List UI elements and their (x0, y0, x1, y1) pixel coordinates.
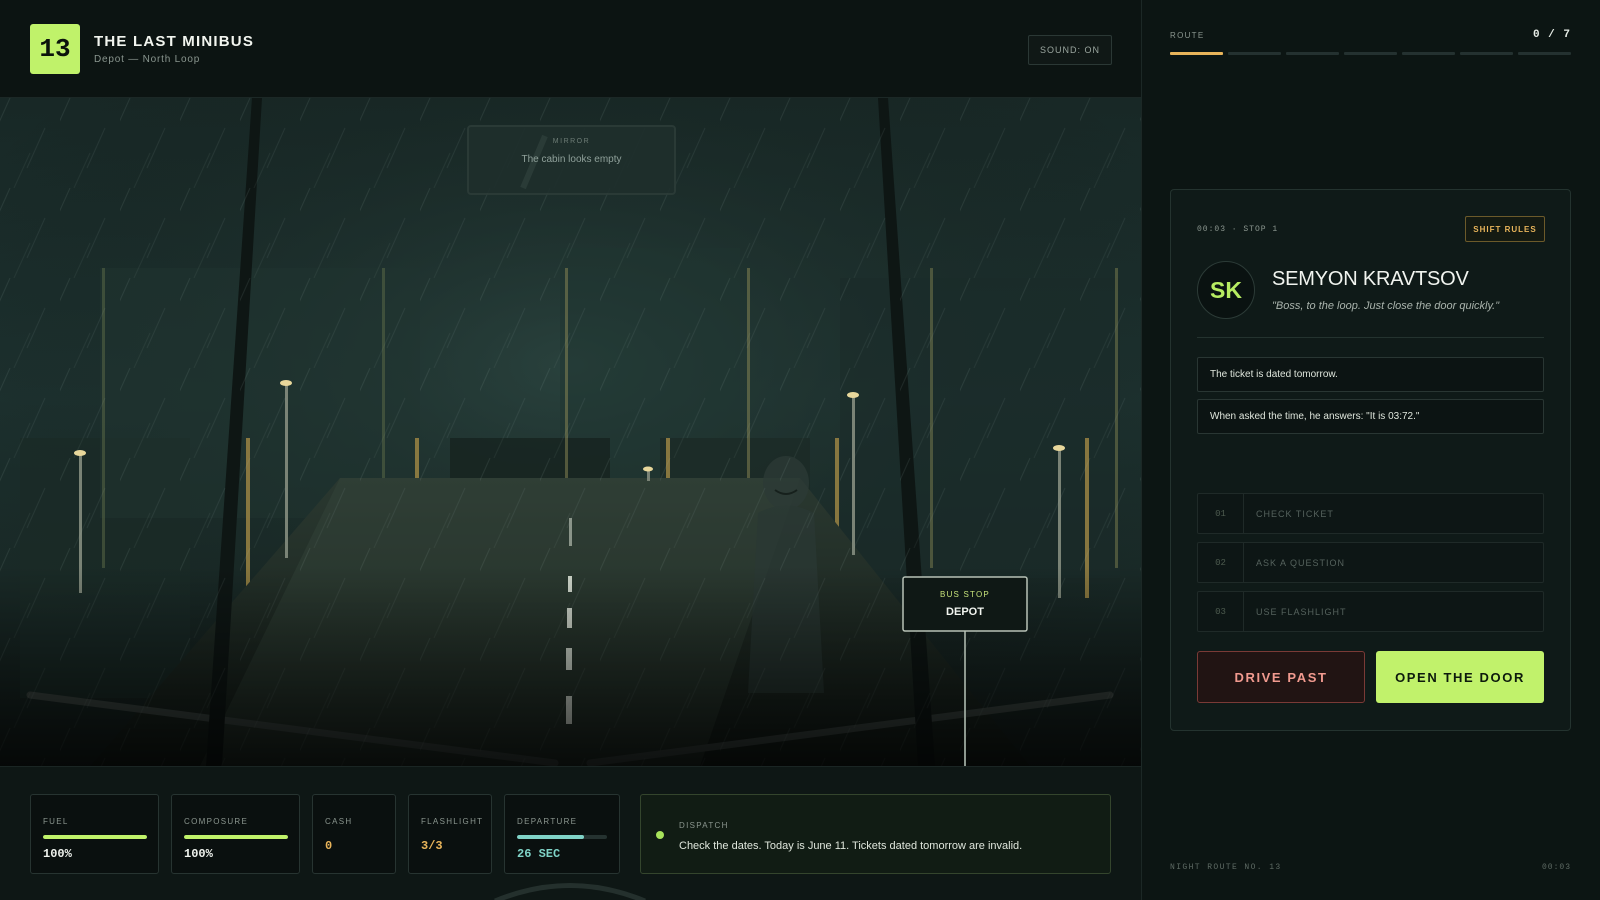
fuel-bar (43, 835, 147, 839)
dispatch-panel: DISPATCH Check the dates. Today is June … (640, 794, 1111, 874)
route-segment (1344, 52, 1397, 55)
open-door-button[interactable]: OPEN THE DOOR (1376, 651, 1544, 703)
card-divider (1197, 337, 1544, 338)
composure-bar (184, 835, 288, 839)
action-label: ASK A QUESTION (1256, 557, 1346, 568)
flashlight-stat: FLASHLIGHT 3/3 (408, 794, 492, 874)
fuel-value: 100% (43, 847, 72, 861)
route-segment (1170, 52, 1223, 55)
bus-stop-name: DEPOT (946, 606, 984, 618)
route-segment (1518, 52, 1571, 55)
departure-bar-fill (517, 835, 584, 839)
route-progress-bar (1170, 52, 1571, 55)
route-name: NIGHT ROUTE NO. 13 (1170, 863, 1282, 872)
fuel-stat: FUEL 100% (30, 794, 159, 874)
passenger-name: SEMYON KRAVTSOV (1272, 268, 1469, 290)
sound-toggle-button[interactable]: SOUND: ON (1028, 35, 1112, 65)
composure-label: COMPOSURE (184, 817, 249, 826)
mirror-status: The cabin looks empty (521, 154, 622, 165)
route-segment (1460, 52, 1513, 55)
action-label: USE FLASHLIGHT (1256, 606, 1347, 617)
route-progress: 0 / 7 (1532, 29, 1571, 41)
cash-stat: CASH 0 (312, 794, 396, 874)
departure-label: DEPARTURE (517, 817, 578, 826)
drive-past-button[interactable]: DRIVE PAST (1197, 651, 1365, 703)
top-bar: 13 THE LAST MINIBUS Depot — North Loop S… (0, 0, 1141, 98)
route-segment (1402, 52, 1455, 55)
observation-item: The ticket is dated tomorrow. (1197, 357, 1544, 392)
ask-question-button[interactable]: 02 ASK A QUESTION (1197, 542, 1544, 583)
action-label: CHECK TICKET (1256, 508, 1334, 519)
dispatch-status-icon (656, 831, 664, 839)
composure-bar-fill (184, 835, 288, 839)
composure-stat: COMPOSURE 100% (171, 794, 300, 874)
windshield-scene: MIRROR The cabin looks empty BUS STOP DE… (0, 98, 1141, 766)
action-number: 01 (1198, 494, 1244, 533)
composure-value: 100% (184, 847, 213, 861)
shift-clock: 00:03 (1541, 863, 1571, 872)
action-number: 03 (1198, 592, 1244, 631)
road-scene-illustration (0, 98, 1141, 766)
route-label: ROUTE (1170, 31, 1205, 40)
dispatch-message: Check the dates. Today is June 11. Ticke… (679, 840, 1023, 852)
cash-label: CASH (325, 817, 353, 826)
fuel-bar-fill (43, 835, 147, 839)
fuel-label: FUEL (43, 817, 69, 826)
action-number: 02 (1198, 543, 1244, 582)
bus-stop-label: BUS STOP (940, 590, 990, 599)
observation-item: When asked the time, he answers: "It is … (1197, 399, 1544, 434)
check-ticket-button[interactable]: 01 CHECK TICKET (1197, 493, 1544, 534)
route-segment (1228, 52, 1281, 55)
mirror-label: MIRROR (552, 138, 591, 145)
game-subtitle: Depot — North Loop (94, 54, 201, 65)
departure-value: 26 SEC (517, 847, 561, 861)
game-title: THE LAST MINIBUS (94, 33, 255, 50)
passenger-avatar: SK (1197, 261, 1255, 319)
route-segment (1286, 52, 1339, 55)
shift-rules-button[interactable]: SHIFT RULES (1465, 216, 1545, 242)
departure-stat: DEPARTURE 26 SEC (504, 794, 620, 874)
stop-time-meta: 00:03 · STOP 1 (1197, 225, 1279, 234)
cash-value: 0 (325, 839, 333, 853)
route-number-logo: 13 (30, 24, 80, 74)
departure-bar (517, 835, 607, 839)
flashlight-value: 3/3 (421, 839, 443, 853)
flashlight-label: FLASHLIGHT (421, 817, 484, 826)
use-flashlight-button[interactable]: 03 USE FLASHLIGHT (1197, 591, 1544, 632)
dispatch-label: DISPATCH (679, 821, 729, 830)
passenger-quote: "Boss, to the loop. Just close the door … (1272, 300, 1500, 312)
